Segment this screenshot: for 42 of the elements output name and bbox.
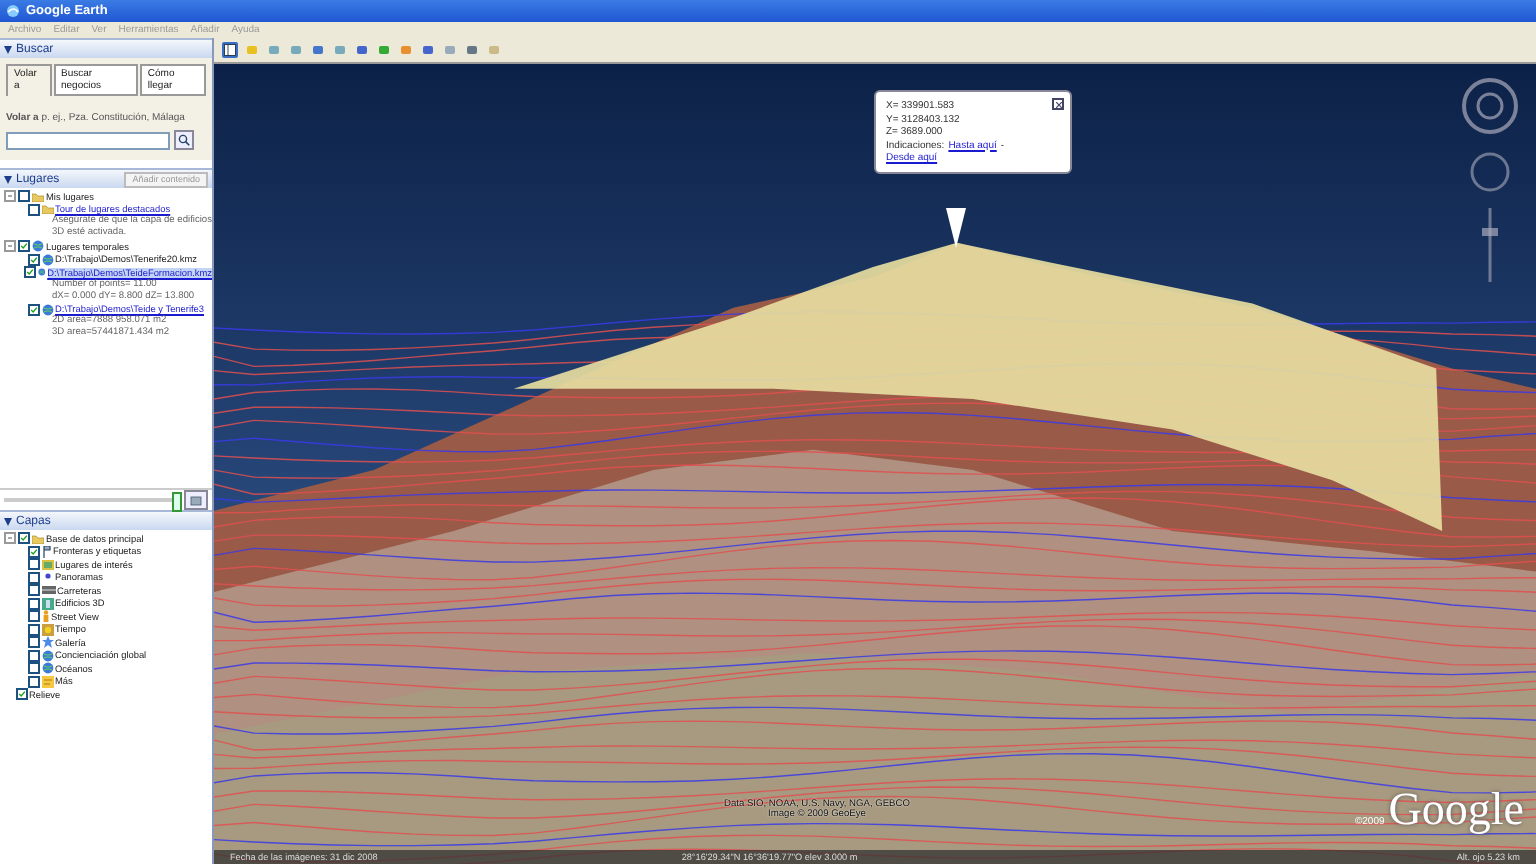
checkbox[interactable] — [18, 240, 30, 253]
sun-icon — [41, 623, 53, 636]
tour-button[interactable] — [184, 490, 208, 510]
person-icon — [41, 610, 49, 623]
checkbox[interactable] — [27, 675, 39, 688]
flag-icon — [41, 545, 51, 558]
checkbox[interactable] — [27, 545, 39, 558]
globe-icon — [41, 303, 53, 316]
checkbox[interactable] — [15, 688, 27, 701]
checkbox[interactable] — [27, 203, 39, 216]
checkbox[interactable] — [27, 662, 39, 675]
checkbox[interactable] — [27, 623, 39, 636]
close-button[interactable] — [1052, 98, 1064, 110]
search-button[interactable] — [174, 130, 194, 150]
note-icon — [41, 675, 53, 688]
close-icon — [1055, 101, 1061, 107]
checkbox[interactable] — [18, 190, 30, 203]
sidebar-toggle-button[interactable] — [222, 42, 238, 58]
balloon-pointer — [946, 208, 966, 248]
checkbox[interactable] — [27, 584, 39, 597]
pin-icon — [41, 572, 53, 583]
road-icon — [41, 586, 55, 595]
slider-thumb[interactable] — [172, 492, 182, 512]
checkbox[interactable] — [27, 571, 39, 584]
building-icon — [41, 597, 53, 610]
checkbox[interactable] — [27, 636, 39, 649]
poi-icon — [41, 559, 53, 570]
checkbox[interactable] — [27, 597, 39, 610]
screen-icon — [190, 495, 202, 505]
search-field[interactable] — [6, 131, 170, 149]
search-icon — [178, 134, 190, 146]
star-icon — [41, 636, 53, 649]
earth-app-icon — [6, 4, 20, 18]
checkbox[interactable] — [27, 558, 39, 571]
sidebar-icon — [224, 44, 236, 56]
logo-text: Google — [1388, 784, 1524, 836]
checkbox[interactable] — [18, 532, 30, 545]
checkbox[interactable] — [27, 610, 39, 623]
checkbox[interactable] — [27, 303, 39, 316]
checkbox[interactable] — [23, 266, 36, 279]
checkbox[interactable] — [27, 649, 39, 662]
checkbox[interactable] — [27, 253, 39, 266]
